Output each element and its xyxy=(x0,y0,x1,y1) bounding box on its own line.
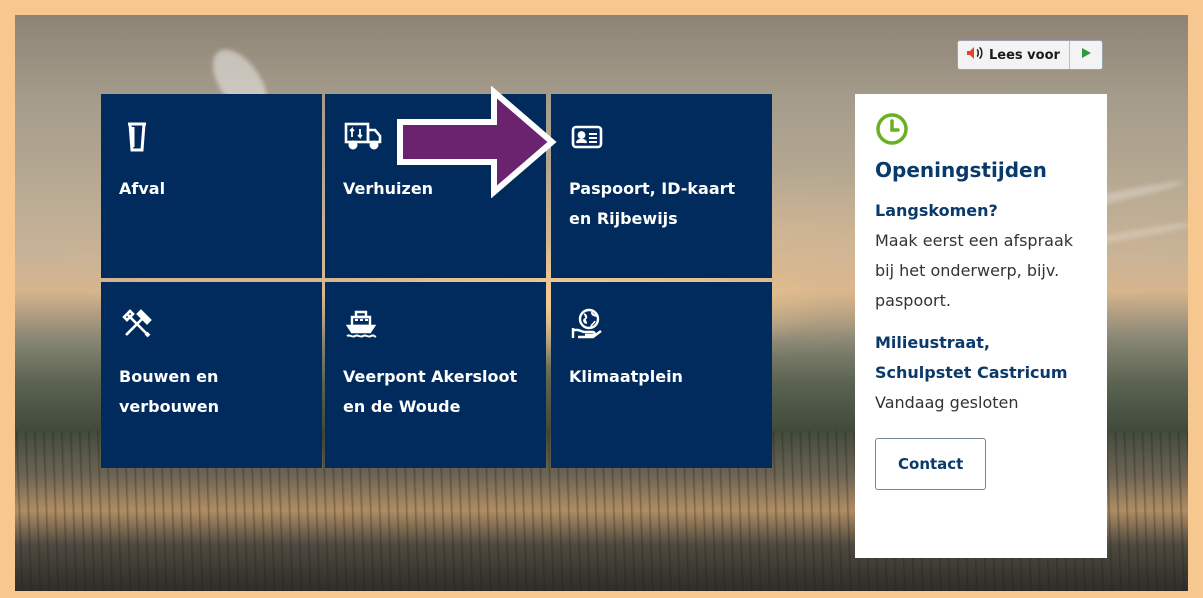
tile-veerpont[interactable]: Veerpont Akersloot en de Woude xyxy=(325,282,546,468)
visit-text: Maak eerst een afspraak bij het onderwer… xyxy=(875,231,1074,310)
tile-label: Paspoort, ID-kaart en Rijbewijs xyxy=(569,179,736,228)
location-status: Vandaag gesloten xyxy=(875,393,1019,412)
speaker-icon xyxy=(966,46,984,64)
tile-label: Afval xyxy=(119,179,166,198)
tile-label: Bouwen en verbouwen xyxy=(119,367,220,416)
tile-label: Veerpont Akersloot en de Woude xyxy=(343,367,518,416)
location-heading: Milieustraat, Schulpstet Castricum xyxy=(875,333,1068,382)
opening-hours-card: Openingstijden Langskomen? Maak eerst ee… xyxy=(855,94,1107,558)
ferry-icon xyxy=(343,306,383,342)
contact-button[interactable]: Contact xyxy=(875,438,987,490)
read-aloud-button[interactable]: Lees voor xyxy=(958,41,1070,69)
play-button[interactable] xyxy=(1070,41,1102,69)
clock-icon xyxy=(875,113,909,150)
tile-label: Klimaatplein xyxy=(569,367,683,386)
trash-bin-icon xyxy=(119,118,159,154)
read-aloud-widget: Lees voor xyxy=(957,40,1103,70)
moving-truck-icon xyxy=(343,118,383,154)
read-aloud-label: Lees voor xyxy=(989,47,1060,63)
globe-in-hand-icon xyxy=(569,306,609,342)
tile-afval[interactable]: Afval xyxy=(101,94,322,278)
hammer-tools-icon xyxy=(119,306,159,342)
visit-heading: Langskomen? xyxy=(875,201,998,220)
id-card-icon xyxy=(569,118,609,154)
tile-paspoort[interactable]: Paspoort, ID-kaart en Rijbewijs xyxy=(551,94,772,278)
tile-bouwen[interactable]: Bouwen en verbouwen xyxy=(101,282,322,468)
arrow-right-icon xyxy=(397,86,557,198)
opening-hours-title: Openingstijden xyxy=(875,158,1047,182)
play-icon xyxy=(1080,47,1092,63)
tile-klimaatplein[interactable]: Klimaatplein xyxy=(551,282,772,468)
